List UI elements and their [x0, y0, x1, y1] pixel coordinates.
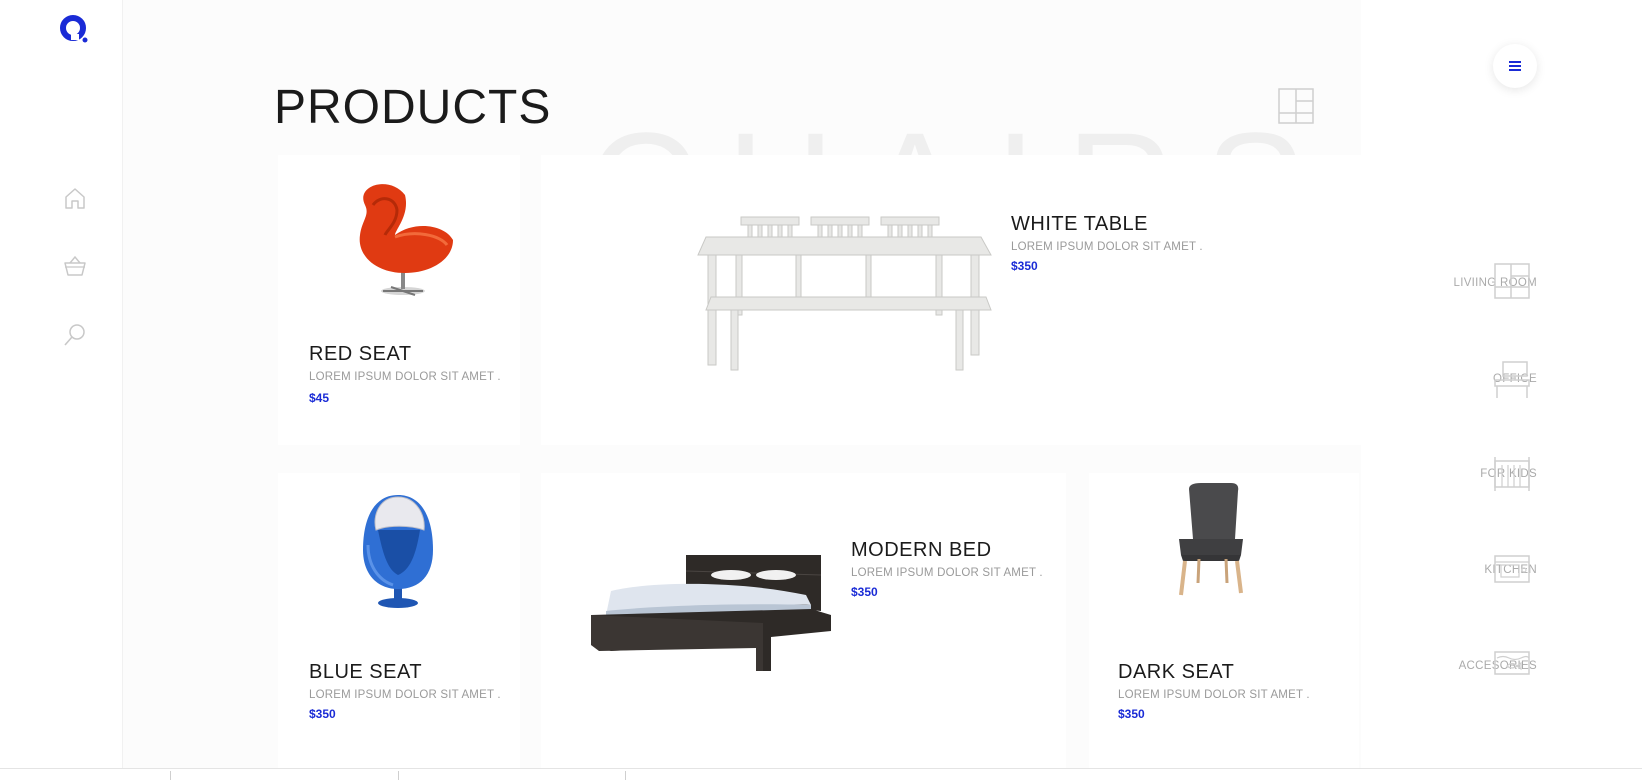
blue-pod-chair-image [363, 495, 433, 608]
home-icon[interactable] [62, 185, 88, 211]
product-card-dark-seat[interactable]: DARK SEAT LOREM IPSUM DOLOR SIT AMET . $… [1089, 473, 1359, 770]
crib-icon[interactable] [1493, 455, 1531, 495]
product-description: LOREM IPSUM DOLOR SIT AMET . [1011, 241, 1203, 253]
right-sidebar: LIVIING ROOM OFFICE FOR KIDS KITCHEN ACC… [1361, 0, 1642, 770]
dark-chair-image [1179, 483, 1243, 596]
menu-button[interactable] [1493, 44, 1537, 88]
product-card-modern-bed[interactable]: MODERN BED LOREM IPSUM DOLOR SIT AMET . … [541, 473, 1066, 770]
red-egg-chair-image [359, 184, 453, 296]
left-sidebar [0, 0, 123, 770]
bottom-bar [0, 768, 1642, 780]
product-name: BLUE SEAT [309, 661, 423, 683]
product-price: $350 [1118, 707, 1145, 721]
desk-icon[interactable] [1493, 360, 1531, 400]
shelf-icon [1278, 88, 1314, 124]
page-title: PRODUCTS [274, 81, 552, 134]
search-icon[interactable] [62, 322, 88, 348]
product-description: LOREM IPSUM DOLOR SIT AMET . [851, 567, 1043, 579]
logo-icon[interactable] [59, 14, 91, 46]
aquarium-icon[interactable] [1493, 646, 1531, 686]
product-price: $350 [309, 707, 336, 721]
stove-icon[interactable] [1493, 550, 1531, 590]
product-card-red-seat[interactable]: RED SEAT LOREM IPSUM DOLOR SIT AMET . $4… [278, 155, 520, 445]
hamburger-icon [1509, 61, 1521, 71]
product-description: LOREM IPSUM DOLOR SIT AMET . [309, 371, 501, 383]
product-card-blue-seat[interactable]: BLUE SEAT LOREM IPSUM DOLOR SIT AMET . $… [278, 473, 520, 770]
basket-icon[interactable] [62, 253, 88, 279]
products-area: CHAIRS PRODUCTS RED SEAT LOREM IPSUM DOL… [123, 0, 1361, 770]
shelf-icon[interactable] [1493, 262, 1531, 302]
product-description: LOREM IPSUM DOLOR SIT AMET . [309, 689, 501, 701]
white-dining-table-image [697, 216, 992, 371]
product-price: $45 [309, 391, 330, 405]
dark-bed-image [591, 555, 831, 671]
product-name: DARK SEAT [1118, 661, 1235, 683]
product-name: RED SEAT [309, 343, 412, 365]
product-name: MODERN BED [851, 539, 992, 561]
product-description: LOREM IPSUM DOLOR SIT AMET . [1118, 689, 1310, 701]
product-price: $350 [851, 585, 878, 599]
product-card-white-table[interactable]: WHITE TABLE LOREM IPSUM DOLOR SIT AMET .… [541, 155, 1361, 445]
product-name: WHITE TABLE [1011, 213, 1149, 235]
product-price: $350 [1011, 259, 1038, 273]
